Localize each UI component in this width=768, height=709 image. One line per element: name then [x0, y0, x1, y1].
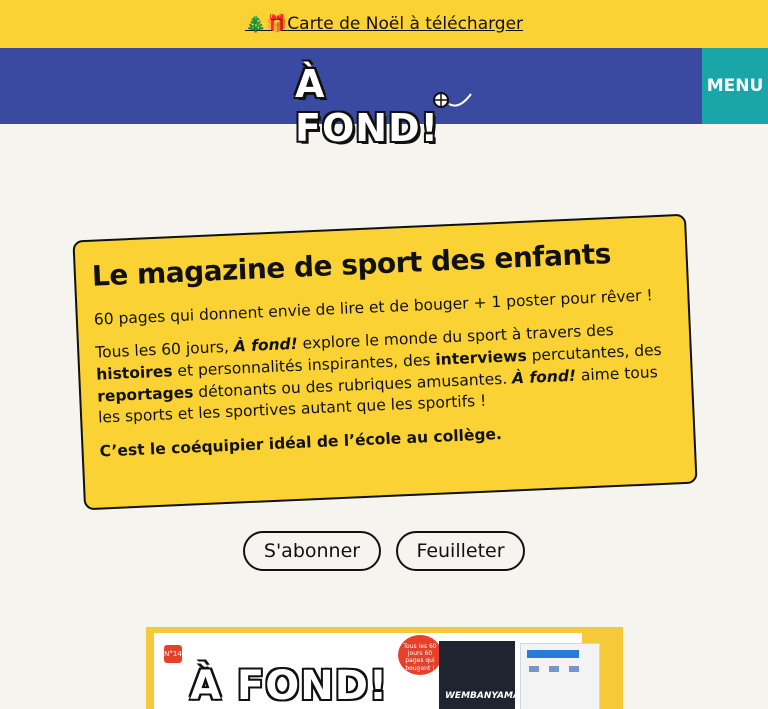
cover-logo: À FOND!: [190, 663, 389, 709]
site-logo[interactable]: À FOND!: [295, 62, 480, 150]
christmas-card-link[interactable]: 🎄🎁Carte de Noël à télécharger: [245, 14, 523, 34]
page-graphic: [549, 666, 559, 672]
brand-name: À fond!: [511, 366, 577, 388]
inner-page-preview: [520, 643, 600, 709]
hero-description: Tous les 60 jours, À fond! explore le mo…: [94, 321, 663, 427]
cover-photo: WEMBANYAMA: [439, 641, 520, 709]
hero-title: Le magazine de sport des enfants: [91, 237, 612, 293]
cover-bubble: Tous les 60 jours 60 pages qui bougent !: [398, 635, 442, 675]
subscribe-button[interactable]: S'abonner: [243, 531, 381, 571]
menu-button[interactable]: MENU: [702, 48, 768, 124]
christmas-card-label: Carte de Noël à télécharger: [287, 14, 524, 34]
issue-badge: N°14: [164, 645, 182, 663]
photo-caption: WEMBANYAMA: [445, 691, 520, 701]
gift-tree-icon: 🎄🎁: [244, 14, 288, 34]
page-graphic: [569, 666, 579, 672]
page-graphic: [529, 666, 539, 672]
announcement-bar: 🎄🎁Carte de Noël à télécharger: [0, 0, 768, 48]
basketball-icon: [433, 92, 472, 108]
magazine-cover-preview[interactable]: N°14 À FOND! Tous les 60 jours 60 pages …: [146, 627, 623, 709]
hero-card: Le magazine de sport des enfants 60 page…: [72, 213, 698, 511]
browse-button[interactable]: Feuilleter: [396, 531, 525, 571]
brand-name: À fond!: [233, 335, 299, 356]
page-header-bar: [527, 650, 579, 658]
site-header: À FOND! MENU: [0, 48, 768, 150]
